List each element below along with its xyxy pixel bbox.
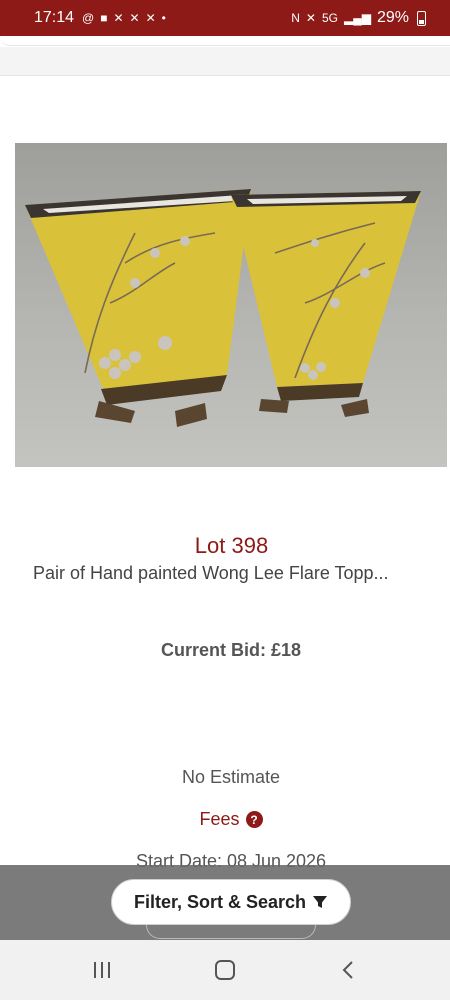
left-planter: [25, 189, 251, 427]
battery-percent: 29%: [376, 9, 409, 26]
status-left: 17:14 @ ■ ✕ ✕ ✕ •: [34, 9, 166, 27]
system-nav-bar: [0, 940, 450, 1000]
filter-funnel-icon: [313, 896, 328, 908]
app-icon: ✕: [113, 11, 124, 25]
threads-icon: @: [82, 11, 95, 25]
app-icon: ✕: [145, 11, 156, 25]
nfc-icon: N: [291, 11, 300, 25]
home-icon[interactable]: [205, 950, 245, 990]
status-right: N ✕ 5G ▂▄▆ 29%: [291, 9, 426, 27]
clock: 17:14: [34, 9, 75, 26]
filter-sort-search-button[interactable]: Filter, Sort & Search: [111, 879, 351, 925]
app-icon: ✕: [129, 11, 140, 25]
signal-icon: ▂▄▆: [344, 11, 371, 25]
lot-number[interactable]: Lot 398: [0, 533, 450, 559]
question-circle-icon[interactable]: ?: [245, 811, 263, 828]
chat-icon: ■: [100, 11, 108, 25]
current-bid: Current Bid: £18: [160, 640, 302, 660]
dot-icon: •: [161, 11, 166, 25]
planters-illustration: [25, 189, 421, 427]
right-planter: [231, 191, 421, 417]
fees-label: Fees: [199, 809, 240, 829]
card-gap: [0, 47, 450, 75]
previous-card-edge: [0, 36, 450, 46]
hidden-button-outline: [146, 925, 316, 939]
lot-title[interactable]: Pair of Hand painted Wong Lee Flare Topp…: [33, 563, 443, 584]
fees-link[interactable]: Fees ?: [0, 809, 450, 830]
filter-button-label: Filter, Sort & Search: [133, 891, 307, 912]
network-label: 5G: [321, 11, 338, 25]
battery-icon: [417, 10, 426, 26]
lot-image[interactable]: [15, 143, 447, 467]
estimate: No Estimate: [181, 767, 281, 787]
status-bar: 17:14 @ ■ ✕ ✕ ✕ • N ✕ 5G ▂▄▆ 29%: [0, 0, 450, 36]
mute-icon: ✕: [305, 11, 316, 25]
back-icon[interactable]: [328, 950, 368, 990]
recents-icon[interactable]: [82, 950, 122, 990]
